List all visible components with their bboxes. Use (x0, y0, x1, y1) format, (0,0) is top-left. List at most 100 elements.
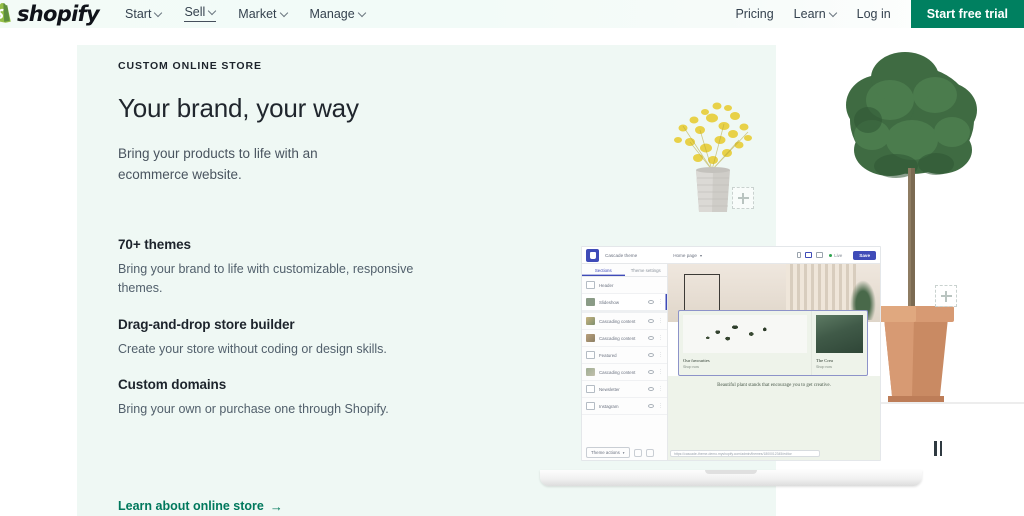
nav-item-learn-label: Learn (793, 6, 826, 21)
image-thumb-icon (586, 317, 595, 325)
fullwidth-preview-icon[interactable] (816, 252, 824, 258)
preview-card-main: Our favourites Shop now (679, 311, 811, 375)
chevron-down-icon (155, 10, 162, 17)
feature-title: 70+ themes (118, 237, 191, 252)
preview-card-title: Our favourites (683, 358, 710, 363)
laptop-mockup: Cascade theme Home page ▾ Live Save Sect… (540, 246, 922, 486)
visibility-eye-icon[interactable] (648, 336, 654, 340)
more-options-icon[interactable]: ⋮ (658, 335, 663, 341)
nav-item-manage-label: Manage (309, 6, 355, 21)
start-free-trial-button[interactable]: Start free trial (910, 0, 1024, 28)
nav-item-pricing[interactable]: Pricing (735, 8, 773, 21)
feature-item: Drag-and-drop store builder Create your … (118, 317, 418, 359)
mobile-preview-icon[interactable] (797, 252, 802, 258)
header-icon (586, 281, 595, 289)
editor-theme-name: Cascade theme (605, 252, 638, 258)
feature-body: Bring your own or purchase one through S… (118, 402, 389, 417)
tab-sections[interactable]: Sections (582, 264, 625, 276)
status-dot-icon (829, 253, 833, 257)
shopify-landing-page: shopify Start Sell Market Manage Pricing… (0, 0, 1024, 516)
pause-icon (933, 440, 937, 456)
nav-item-market[interactable]: Market (238, 8, 287, 21)
editor-status-label: Live (834, 252, 843, 258)
more-options-icon[interactable]: ⋮ (658, 386, 663, 392)
nav-item-login-label: Log in (856, 6, 891, 21)
preview-card-subtitle: Shop now (683, 365, 699, 369)
more-options-icon[interactable]: ⋮ (658, 352, 663, 358)
plus-hotspot-icon[interactable] (732, 187, 754, 209)
visibility-eye-icon[interactable] (648, 353, 654, 357)
laptop-notch (705, 470, 757, 474)
page-title: Your brand, your way (118, 93, 359, 123)
editor-url-bar[interactable]: https://cascade-theme-demo.myshopify.com… (670, 450, 820, 457)
section-row-slideshow[interactable]: Slideshow ⋮ (582, 294, 667, 313)
chevron-down-icon (209, 8, 216, 15)
section-row-cascading-1[interactable]: Cascading content ⋮ (582, 313, 667, 330)
learn-about-online-store-link[interactable]: Learn about online store → (118, 499, 283, 513)
visibility-eye-icon[interactable] (648, 404, 654, 408)
primary-nav-items: Start Sell Market Manage (125, 6, 366, 22)
chevron-down-icon: ▾ (622, 450, 625, 455)
nav-item-pricing-label: Pricing (735, 6, 774, 21)
section-row-featured[interactable]: Featured ⋮ (582, 347, 667, 364)
eyebrow-label: CUSTOM ONLINE STORE (118, 60, 262, 72)
more-options-icon[interactable]: ⋮ (658, 299, 663, 305)
section-row-newsletter[interactable]: Newsletter ⋮ (582, 381, 667, 398)
visibility-eye-icon[interactable] (648, 319, 654, 323)
plus-hotspot-icon[interactable] (935, 285, 957, 307)
pause-icon (939, 440, 943, 456)
editor-save-button[interactable]: Save (853, 250, 876, 260)
more-options-icon[interactable]: ⋮ (658, 403, 663, 409)
nav-item-manage[interactable]: Manage (310, 8, 366, 21)
undo-icon[interactable] (633, 448, 642, 457)
preview-selected-section[interactable]: Our favourites Shop now The Crea Shop no… (678, 310, 868, 376)
section-row-cascading-3[interactable]: Cascading content ⋮ (582, 364, 667, 381)
visibility-eye-icon[interactable] (648, 387, 654, 391)
feature-list: 70+ themes Bring your brand to life with… (118, 237, 418, 420)
tab-theme-settings[interactable]: Theme settings (625, 264, 668, 276)
section-row-instagram[interactable]: Instagram ⋮ (582, 398, 667, 415)
nav-item-learn[interactable]: Learn (794, 8, 837, 21)
section-label: Slideshow (599, 299, 620, 305)
preview-caption: Beautiful plant stands that encourage yo… (717, 383, 831, 388)
section-label: Header (599, 282, 614, 288)
nav-item-sell[interactable]: Sell (184, 5, 217, 22)
editor-page-selector[interactable]: Home page ▾ (673, 253, 702, 258)
editor-page-selector-label: Home page (673, 252, 697, 258)
pause-button[interactable] (928, 438, 948, 458)
more-options-icon[interactable]: ⋮ (658, 369, 663, 375)
top-navigation-bar: shopify Start Sell Market Manage Pricing… (0, 0, 1024, 28)
bag-icon (586, 351, 595, 359)
preview-card-image (816, 315, 863, 353)
preview-card-image (683, 315, 807, 353)
section-row-cascading-2[interactable]: Cascading content ⋮ (582, 330, 667, 347)
editor-preview-pane: Our favourites Shop now The Crea Shop no… (668, 264, 880, 460)
image-thumb-icon (586, 334, 595, 342)
feature-body: Bring your brand to life with customizab… (118, 262, 414, 296)
nav-item-login[interactable]: Log in (857, 8, 891, 21)
redo-icon[interactable] (645, 448, 654, 457)
chevron-down-icon: ▾ (699, 252, 702, 258)
nav-item-sell-label: Sell (184, 5, 206, 20)
image-thumb-icon (586, 368, 595, 376)
shopify-logo[interactable]: shopify (0, 2, 100, 26)
feature-title: Drag-and-drop store builder (118, 316, 295, 332)
feature-item: 70+ themes Bring your brand to life with… (118, 237, 418, 299)
editor-sidebar-tabs: Sections Theme settings (582, 264, 667, 277)
nav-item-start[interactable]: Start (125, 8, 162, 21)
section-row-header[interactable]: Header (582, 277, 667, 294)
preview-card-title: The Crea (816, 358, 833, 363)
nav-item-market-label: Market (238, 6, 277, 21)
more-options-icon[interactable]: ⋮ (658, 318, 663, 324)
desktop-preview-icon[interactable] (805, 252, 813, 258)
shopify-bag-logo-icon (0, 2, 14, 26)
editor-device-toggles (797, 252, 824, 258)
visibility-eye-icon[interactable] (648, 300, 654, 304)
visibility-eye-icon[interactable] (648, 370, 654, 374)
feature-title: Custom domains (118, 377, 227, 393)
laptop-base (540, 470, 922, 486)
feature-item: Custom domains Bring your own or purchas… (118, 377, 418, 419)
editor-status-badge: Live (829, 253, 842, 258)
theme-actions-button[interactable]: Theme actions ▾ (586, 447, 630, 458)
secondary-nav-items: Pricing Learn Log in Start free trial (735, 0, 1024, 28)
